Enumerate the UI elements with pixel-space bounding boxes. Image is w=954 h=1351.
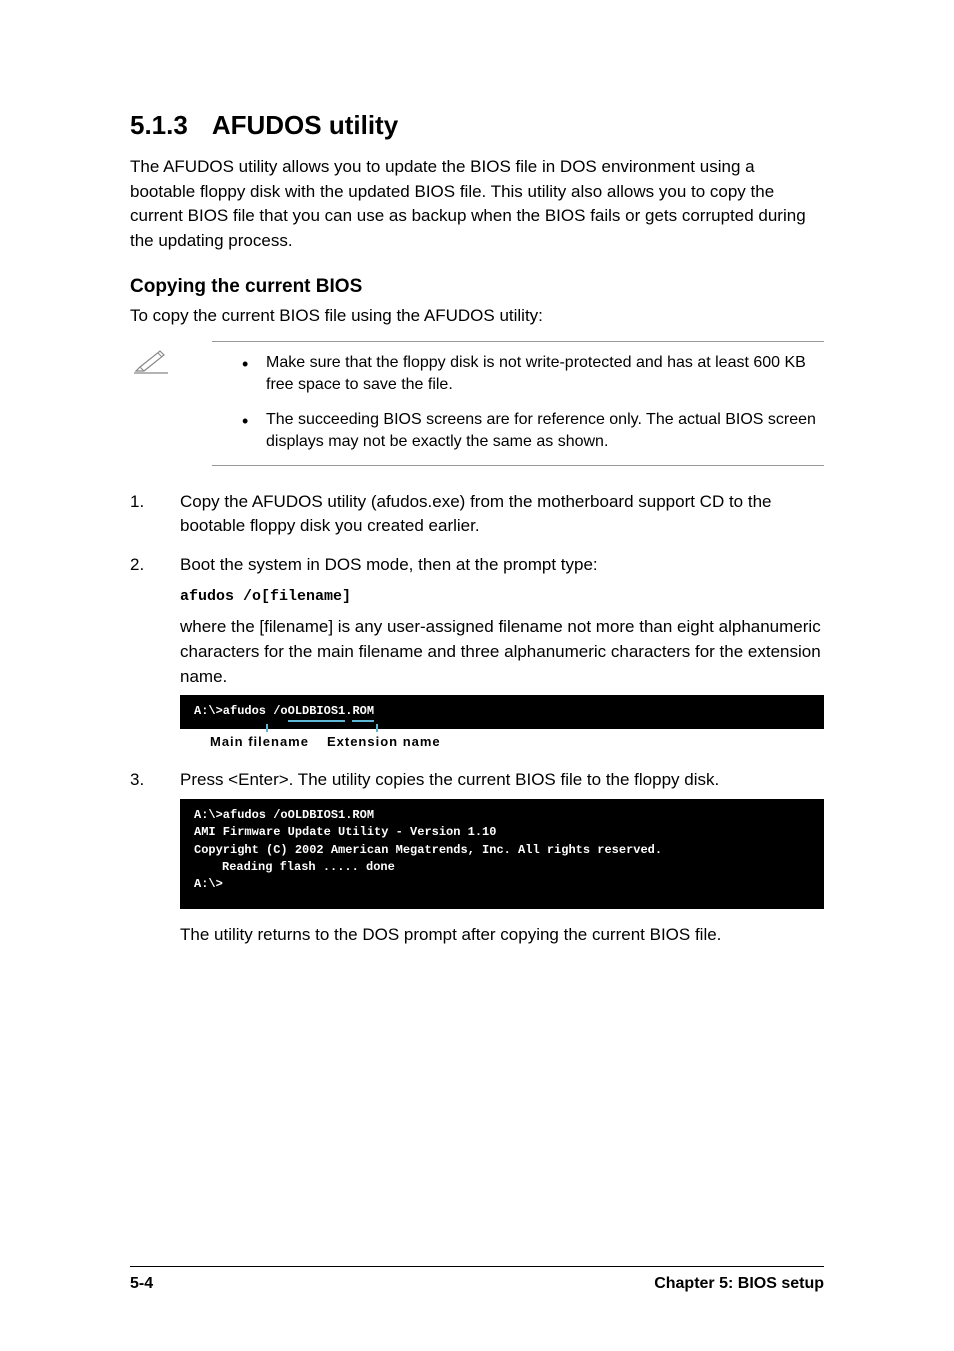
footer-chapter: Chapter 5: BIOS setup xyxy=(654,1275,824,1293)
section-heading: 5.1.3 AFUDOS utility xyxy=(130,110,824,141)
footer-page-number: 5-4 xyxy=(130,1275,153,1293)
note-content: Make sure that the floppy disk is not wr… xyxy=(212,341,824,465)
step-text: Press <Enter>. The utility copies the cu… xyxy=(180,770,719,789)
note-list: Make sure that the floppy disk is not wr… xyxy=(212,352,824,452)
subsection-heading: Copying the current BIOS xyxy=(130,276,824,298)
step-item: Copy the AFUDOS utility (afudos.exe) fro… xyxy=(130,490,824,539)
footer-chapter-title: BIOS setup xyxy=(738,1275,824,1292)
step-explain: where the [filename] is any user-assigne… xyxy=(180,615,824,689)
annotation-row: Main filename Extension name xyxy=(210,733,824,752)
annotation-ext: Extension name xyxy=(327,733,441,752)
console-block: A:\>afudos /oOLDBIOS1.ROM xyxy=(180,695,824,729)
section-title: AFUDOS utility xyxy=(212,110,398,141)
console-line: AMI Firmware Update Utility - Version 1.… xyxy=(194,824,810,841)
console-block: A:\>afudos /oOLDBIOS1.ROM AMI Firmware U… xyxy=(180,799,824,909)
step-text: Boot the system in DOS mode, then at the… xyxy=(180,555,598,574)
console-line: Copyright (C) 2002 American Megatrends, … xyxy=(194,842,810,859)
post-console-text: The utility returns to the DOS prompt af… xyxy=(180,923,824,948)
footer-chapter-label: Chapter 5: xyxy=(654,1275,738,1292)
note-item: The succeeding BIOS screens are for refe… xyxy=(242,409,824,453)
page-footer: 5-4 Chapter 5: BIOS setup xyxy=(130,1266,824,1293)
console-line: Reading flash ..... done xyxy=(194,859,810,876)
section-intro: The AFUDOS utility allows you to update … xyxy=(130,155,824,254)
code-command: afudos /o[filename] xyxy=(180,586,824,608)
annotation-main: Main filename xyxy=(210,733,309,752)
console-ext: ROM xyxy=(352,704,374,718)
section-number: 5.1.3 xyxy=(130,110,188,141)
annotation-connector xyxy=(266,724,268,732)
console-prefix: A:\>afudos /o xyxy=(194,704,288,718)
note-box: Make sure that the floppy disk is not wr… xyxy=(130,341,824,465)
step-item: Boot the system in DOS mode, then at the… xyxy=(130,553,824,752)
console-line: A:\>afudos /oOLDBIOS1.ROM xyxy=(194,807,810,824)
note-item: Make sure that the floppy disk is not wr… xyxy=(242,352,824,396)
subsection-intro: To copy the current BIOS file using the … xyxy=(130,304,824,328)
pencil-note-icon xyxy=(130,349,170,377)
step-item: Press <Enter>. The utility copies the cu… xyxy=(130,768,824,947)
console-line: A:\> xyxy=(194,876,810,893)
step-text: Copy the AFUDOS utility (afudos.exe) fro… xyxy=(180,492,772,536)
annotation-connector xyxy=(376,724,378,732)
console-mainname: OLDBIOS1 xyxy=(288,704,346,718)
steps-list: Copy the AFUDOS utility (afudos.exe) fro… xyxy=(130,490,824,948)
